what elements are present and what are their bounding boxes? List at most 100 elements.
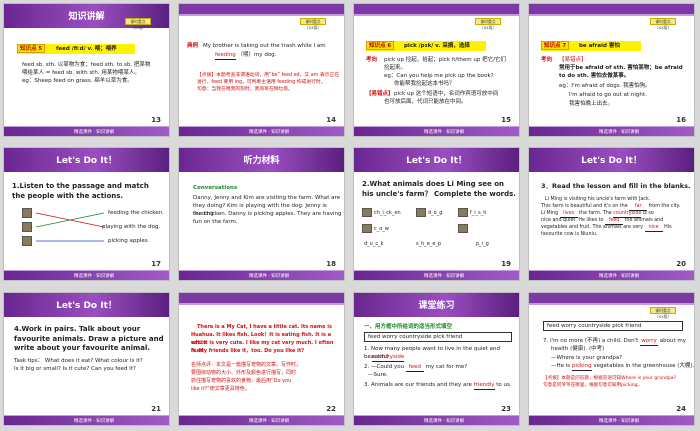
question-line: about my <box>659 338 687 344</box>
slide-header <box>179 293 344 303</box>
lesson-badge: 课时重点（XX版） <box>125 18 151 30</box>
slide-thumbnail-15[interactable]: 课时重点（XX版） 知识点 6 pick /pɪk/ v. 采摘，选择 考向 p… <box>353 3 520 137</box>
point-tag: 知识点 6 <box>366 41 395 50</box>
animal-image <box>362 224 372 233</box>
animal-image <box>458 208 468 217</box>
text-line: 你能帮我捡起这本书吗？ <box>394 81 455 87</box>
footer-text: 精选课件 · 知识讲解 <box>249 419 290 424</box>
person-image <box>22 236 32 246</box>
text-line: pick up 这个短语中，名词作宾语可放中间 <box>394 91 499 97</box>
animal-image <box>416 208 426 217</box>
slide-title: Let's Do It！ <box>56 301 117 311</box>
note-line: like it?”使文章更具特色。 <box>191 386 250 392</box>
slide-thumbnail-23[interactable]: 课堂练习 一、用方框中所给词的适当形式填空 feed worry country… <box>353 292 520 426</box>
slide-thumbnail-22[interactable]: There is a My Cat, I have a little cat. … <box>178 292 345 426</box>
note-line: 抓住描写宠物的喜欢的食物，最后用“Do you <box>191 378 292 384</box>
slide-thumbnail-21[interactable]: Let's Do It！ 4.Work in pairs. Talk about… <box>3 292 170 426</box>
slide-header <box>354 4 519 14</box>
tip-text: What does it eat? What colour is it? <box>44 358 143 364</box>
person-image <box>22 208 32 218</box>
slide-thumbnail-14[interactable]: 课时重点（XX版） 典例 My brother is taking out th… <box>178 3 345 137</box>
slide-thumbnail-16[interactable]: 课时重点（XX版） 知识点 7 be afraid 害怕 考向 【易错点】 常用… <box>528 3 695 137</box>
slide-thumbnail-17[interactable]: Let's Do It！ 1.Listen to the passage and… <box>3 147 170 281</box>
sentence-tail: （喂）my dog. <box>237 52 277 58</box>
text-line: 常用于be afraid of sth. 害怕某物；be afraid <box>559 65 683 71</box>
slide-thumbnail-20[interactable]: Let's Do It！ 3．Read the lesson and fill … <box>528 147 695 281</box>
action-text: picking apples. <box>108 238 150 244</box>
action-text: playing with the dog. <box>102 224 161 230</box>
slide-thumbnail-24[interactable]: 课时重点（XX版） feed worry countryside pick fr… <box>528 292 695 426</box>
slide-header <box>529 293 694 303</box>
point-tag: 知识点 5 <box>17 44 46 53</box>
slide-thumbnail-13[interactable]: 知识讲解 课时重点（XX版） 知识点 5 feed /fiːd/ v. 喂；喂养… <box>3 3 170 137</box>
text-line: 【易错点】 <box>559 57 587 63</box>
note-line: 句意：当我在喂我的狗时，我哥哥在倒垃圾。 <box>197 87 293 92</box>
slide-title: 听力材料 <box>243 156 280 166</box>
question-line: —Sure. <box>368 372 388 378</box>
text-line: Danny, Jenny and Kim are visiting the fa… <box>193 195 341 201</box>
tips-label: Task tips： <box>14 358 44 364</box>
word-bank: feed worry countryside pick friend <box>364 332 512 342</box>
lesson-badge: 课时重点（XX版） <box>650 307 676 319</box>
animal-image <box>362 208 372 217</box>
animal-word: ch_i_ck_en <box>374 210 401 216</box>
header-accent <box>354 14 519 16</box>
text-line: 喂给某人 = feed sb. with sth. 用某物喂某人。 <box>22 70 140 76</box>
point-title: pick /pɪk/ v. 采摘，选择 <box>404 43 470 49</box>
question-line: health (健康). (中考) <box>551 346 605 352</box>
slide-thumbnail-18[interactable]: 听力材料 Conversations Danny, Jenny and Kim … <box>178 147 345 281</box>
example-label: 典例 <box>187 43 199 49</box>
footer-text: 精选课件 · 知识讲解 <box>74 130 115 135</box>
animal-word: s_h_e_e_p <box>416 241 442 247</box>
match-lines <box>35 212 105 242</box>
slide-number: 21 <box>151 405 161 413</box>
note-line: 名师点评：本文是一篇描写宠物的文章。写作时， <box>191 362 302 368</box>
slide-number: 16 <box>676 116 686 124</box>
text-line: 捡起来。 <box>384 65 407 71</box>
slide-number: 20 <box>676 260 686 268</box>
exercise-instruction: 1.Listen to the passage and match the pe… <box>12 182 149 200</box>
lesson-badge: 课时重点（XX版） <box>475 18 501 30</box>
question-line: 7. I'm no more (不再) a child. Don't <box>543 338 639 344</box>
footer-text: 精选课件 · 知识讲解 <box>424 419 465 424</box>
question-line: 3. Animals are our friends and they are <box>364 382 472 388</box>
word-bank: feed worry countryside pick friend <box>543 321 683 331</box>
text-line: fun on the farm. <box>193 219 238 225</box>
header-accent <box>179 303 344 305</box>
slide-title: 课堂练习 <box>418 301 455 311</box>
slide-title: Let's Do It！ <box>406 156 467 166</box>
slide-header <box>179 4 344 14</box>
animal-word: c_o_w <box>374 226 389 232</box>
text-line: eg：Can you help me pick up the book? <box>384 73 494 79</box>
slide-number: 18 <box>326 260 336 268</box>
exercise-instruction: 3．Read the lesson and fill in the blanks… <box>541 182 691 190</box>
animal-word: d_u_c_k <box>364 241 384 247</box>
question-line: vegetables in the greenhouse (大棚). <box>593 363 695 369</box>
slide-header <box>529 4 694 14</box>
footer-text: 精选课件 · 知识讲解 <box>424 130 465 135</box>
footer-text: 精选课件 · 知识讲解 <box>249 274 290 279</box>
exercise-instruction: 2.What animals does Li Ming see on his u… <box>362 180 516 198</box>
text-line: eg：I'm afraid of dogs. 我害怕狗。 <box>559 83 651 89</box>
section-heading: Conversations <box>193 185 238 191</box>
footer-text: 精选课件 · 知识讲解 <box>599 130 640 135</box>
slide-number: 15 <box>501 116 511 124</box>
point-title: feed /fiːd/ v. 喂；喂养 <box>56 46 117 52</box>
slide-thumbnail-19[interactable]: Let's Do It！ 2.What animals does Li Ming… <box>353 147 520 281</box>
slide-number: 19 <box>501 260 511 268</box>
animal-image <box>458 224 468 233</box>
point-tag: 知识点 7 <box>541 41 570 50</box>
text-part: Li Ming <box>541 211 559 216</box>
answer-blank: worry <box>640 338 659 346</box>
answer-blank: feeding <box>215 52 236 60</box>
animal-word: f_i_s_h <box>470 210 487 216</box>
slide-number: 24 <box>676 405 686 413</box>
text-line: 也可放后面，代词只能放在中间。 <box>384 99 467 105</box>
question-line: 2. —Could you <box>364 364 405 370</box>
slide-title: Let's Do It！ <box>56 156 117 166</box>
answer-blank: countryside <box>372 354 405 362</box>
text-line: Li Ming is visiting his uncle's farm wit… <box>545 197 651 202</box>
answer-blank: picking <box>571 363 592 371</box>
note-line: 【点拨】本题是问答题，根据答语可知Where is your grandpa? <box>543 376 676 381</box>
question-line: —Where is your grandpa? <box>551 355 623 361</box>
